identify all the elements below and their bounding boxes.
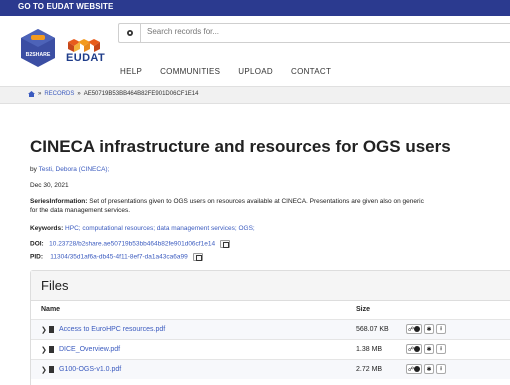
download-icon[interactable]: ⭳: [436, 364, 446, 374]
copy-doi-icon[interactable]: [219, 240, 230, 248]
file-size: 2.72 MB: [356, 366, 383, 373]
nav-upload[interactable]: UPLOAD: [238, 67, 273, 76]
author-link[interactable]: Testi, Debora (CINECA);: [39, 166, 110, 173]
breadcrumb-bar: » RECORDS » AE50719B53BB464B82FE901D06CF…: [0, 86, 510, 104]
series-text-continued: for the data management services.: [30, 207, 131, 214]
keywords-links[interactable]: HPC; computational resources; data manag…: [65, 225, 255, 232]
doi-label: DOI:: [30, 240, 44, 248]
pid-line: PID: 11304/35d1af6a-db45-4f11-8ef7-da1a4…: [30, 253, 203, 261]
star-icon[interactable]: ✱: [424, 364, 434, 374]
keywords-line: Keywords: HPC; computational resources; …: [30, 225, 255, 232]
file-row[interactable]: ❯ DICE_Overview.pdf 1.38 MB ☍ ✱ ⭳: [31, 339, 510, 359]
breadcrumb-record-id: AE50719B53BB464B82FE901D06CF1E14: [83, 91, 199, 97]
files-header: Files: [31, 271, 510, 301]
keywords-label: Keywords:: [30, 225, 64, 232]
files-panel: Files Name Size ❯ Access to EuroHPC reso…: [30, 270, 510, 385]
top-bar: GO TO EUDAT WEBSITE: [0, 0, 510, 16]
expand-caret-icon[interactable]: ❯: [41, 366, 47, 374]
breadcrumb-sep: »: [77, 91, 81, 97]
pid-link[interactable]: 11304/35d1af6a-db45-4f11-8ef7-da1a43ca6a…: [50, 254, 187, 261]
series-text: Set of presentations given to OGS users …: [89, 198, 424, 205]
star-icon[interactable]: ✱: [424, 324, 434, 334]
main-nav: HELP COMMUNITIES UPLOAD CONTACT: [120, 67, 349, 76]
b2share-logo-icon[interactable]: B2SHARE: [20, 28, 56, 68]
doi-line: DOI: 10.23728/b2share.ae50719b53bb464b82…: [30, 240, 230, 248]
file-badges: ☍ ✱ ⭳: [406, 344, 446, 354]
expand-caret-icon[interactable]: ❯: [41, 346, 47, 354]
search-input[interactable]: Search records for...: [147, 27, 219, 36]
by-label: by: [30, 166, 37, 173]
pid-label: PID:: [30, 253, 43, 261]
file-name-link[interactable]: Access to EuroHPC resources.pdf: [59, 326, 165, 333]
eudat-logo-text: EUDAT: [66, 52, 106, 64]
file-icon: [49, 346, 54, 353]
nav-help[interactable]: HELP: [120, 67, 142, 76]
record-title: CINECA infrastructure and resources for …: [30, 137, 451, 156]
file-size: 1.38 MB: [356, 346, 383, 353]
files-title: Files: [41, 278, 69, 293]
header: B2SHARE EUDAT Search records for... HELP…: [0, 16, 510, 86]
file-name-link[interactable]: DICE_Overview.pdf: [59, 346, 120, 353]
copy-pid-icon[interactable]: [192, 253, 203, 261]
expand-caret-icon[interactable]: ❯: [41, 326, 47, 334]
breadcrumb: » RECORDS » AE50719B53BB464B82FE901D06CF…: [28, 91, 198, 97]
breadcrumb-sep: »: [38, 91, 42, 97]
nav-communities[interactable]: COMMUNITIES: [160, 67, 220, 76]
star-icon[interactable]: ✱: [424, 344, 434, 354]
search-box[interactable]: Search records for...: [118, 23, 510, 43]
file-row[interactable]: ❯ Access to EuroHPC resources.pdf 568.07…: [31, 319, 510, 339]
column-name-header: Name: [41, 306, 61, 313]
doi-link[interactable]: 10.23728/b2share.ae50719b53bb464b82fe901…: [49, 241, 215, 248]
file-row[interactable]: ❯ G100-OGS-v1.0.pdf 2.72 MB ☍ ✱ ⭳: [31, 359, 510, 379]
file-badges: ☍ ✱ ⭳: [406, 364, 446, 374]
settings-icon: [126, 30, 133, 36]
record-date: Dec 30, 2021: [30, 182, 69, 189]
link-icon[interactable]: ☍: [406, 344, 422, 354]
download-icon[interactable]: ⭳: [436, 324, 446, 334]
file-badges: ☍ ✱ ⭳: [406, 324, 446, 334]
b2share-logo-text: B2SHARE: [26, 52, 51, 58]
nav-contact[interactable]: CONTACT: [291, 67, 331, 76]
file-icon: [49, 326, 54, 333]
link-icon[interactable]: ☍: [406, 324, 422, 334]
home-icon[interactable]: [28, 91, 35, 97]
series-label: SeriesInformation:: [30, 198, 88, 205]
file-icon: [49, 366, 54, 373]
series-information: SeriesInformation: Set of presentations …: [30, 197, 510, 215]
eudat-website-link[interactable]: GO TO EUDAT WEBSITE: [18, 2, 113, 11]
download-icon[interactable]: ⭳: [436, 344, 446, 354]
breadcrumb-records[interactable]: RECORDS: [44, 91, 74, 97]
file-name-link[interactable]: G100-OGS-v1.0.pdf: [59, 366, 121, 373]
file-size: 568.07 KB: [356, 326, 389, 333]
link-icon[interactable]: ☍: [406, 364, 422, 374]
authors-line: by Testi, Debora (CINECA);: [30, 166, 109, 173]
column-size-header: Size: [356, 306, 371, 313]
search-options-button[interactable]: [119, 24, 141, 42]
